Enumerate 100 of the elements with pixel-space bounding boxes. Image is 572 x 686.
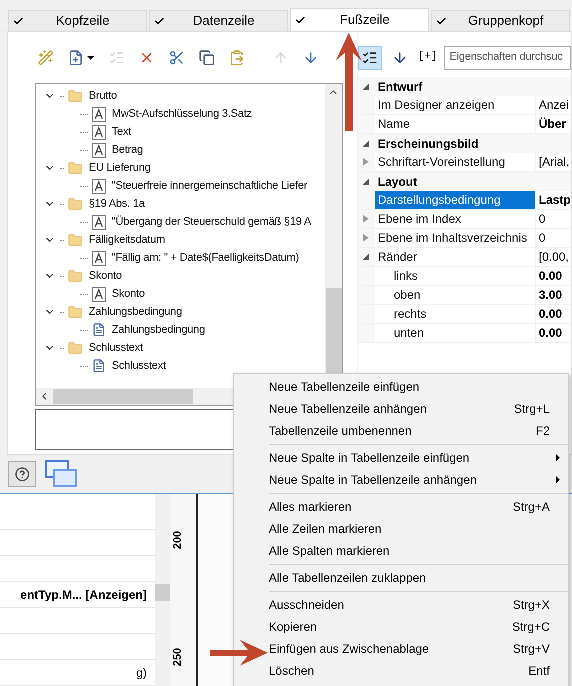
property-value[interactable]: [Arial,: [534, 153, 571, 171]
property-value[interactable]: Über: [534, 115, 571, 133]
menu-item[interactable]: Einfügen aus Zwischenablage Strg+V: [269, 638, 568, 660]
property-value[interactable]: 0.00: [534, 324, 571, 342]
tab[interactable]: Kopfzeile: [8, 10, 147, 31]
menu-item[interactable]: Kopieren Strg+C: [269, 616, 568, 638]
categorized-view-button[interactable]: [358, 46, 382, 70]
property-value[interactable]: Anzei: [534, 96, 571, 114]
document-icon: [92, 359, 106, 373]
property-name[interactable]: Ränder: [374, 248, 535, 266]
copy-icon: [199, 50, 215, 66]
document-icon: [92, 323, 106, 337]
tab[interactable]: Fußzeile: [290, 8, 429, 31]
folder-icon: [68, 268, 83, 284]
tree-item[interactable]: "Steuerfreie innergemeinschaftliche Liefer: [112, 178, 308, 194]
folder-icon: [68, 232, 83, 248]
tree-item[interactable]: EU Lieferung: [89, 160, 151, 176]
tree-item[interactable]: MwSt-Aufschlüsselung 3.Satz: [112, 106, 252, 122]
tree-item[interactable]: §19 Abs. 1a: [89, 196, 145, 212]
tree-item[interactable]: Zahlungsbedingung: [89, 304, 182, 320]
tree-item[interactable]: "Übergang der Steuerschuld gemäß §19 A: [112, 214, 312, 230]
property-name[interactable]: Name: [374, 115, 535, 133]
text-field-icon: [92, 250, 106, 266]
text-field-icon: [92, 286, 106, 302]
menu-item[interactable]: Neue Spalte in Tabellenzeile anhängen: [269, 469, 568, 491]
property-value[interactable]: 0.00: [534, 267, 571, 285]
category-header[interactable]: Erscheinungsbild: [374, 134, 479, 152]
scissors-icon: [169, 50, 185, 66]
tree-item[interactable]: Skonto: [112, 286, 146, 302]
tree-item[interactable]: Zahlungsbedingung: [112, 322, 206, 338]
menu-item[interactable]: Alle Zeilen markieren: [269, 518, 568, 540]
tree-item[interactable]: Schlusstext: [89, 340, 144, 356]
property-value[interactable]: 3.00: [534, 286, 571, 304]
text-field-icon: [92, 124, 106, 140]
new-file-icon: [68, 50, 84, 66]
property-name[interactable]: Schriftart-Voreinstellung: [374, 153, 535, 171]
folder-icon: [68, 160, 83, 176]
property-name[interactable]: rechts: [374, 305, 535, 323]
tree-item[interactable]: Schlusstext: [112, 358, 166, 374]
wand-icon: [38, 50, 54, 66]
list-icon: [109, 50, 125, 66]
tree-item[interactable]: Fälligkeitsdatum: [89, 232, 166, 248]
collapse-triangle-icon[interactable]: [363, 178, 370, 184]
property-value[interactable]: Lastp: [534, 191, 571, 209]
expand-all-button[interactable]: [+]: [418, 49, 438, 66]
menu-item[interactable]: Neue Spalte in Tabellenzeile einfügen: [269, 447, 568, 469]
text-field-icon: [92, 142, 106, 158]
new-button[interactable]: [68, 50, 95, 66]
cut-button[interactable]: [169, 50, 185, 66]
menu-item[interactable]: Alles markieren Strg+A: [269, 496, 568, 518]
property-name[interactable]: Darstellungsbedingung: [374, 191, 535, 209]
expand-triangle-icon[interactable]: [363, 234, 370, 242]
property-name[interactable]: Ebene im Index: [374, 210, 535, 228]
help-button[interactable]: [8, 461, 36, 487]
windows-button[interactable]: [44, 460, 78, 488]
property-value[interactable]: 0.00: [534, 305, 571, 323]
menu-item[interactable]: Neue Tabellenzeile einfügen: [234, 376, 568, 398]
property-value[interactable]: 0: [534, 229, 571, 247]
ruler-label: 200: [170, 531, 185, 550]
tree-item[interactable]: Brutto: [89, 88, 118, 104]
property-name[interactable]: Im Designer anzeigen: [374, 96, 535, 114]
folder-icon: [68, 196, 83, 212]
tree-item[interactable]: Text: [112, 124, 132, 140]
menu-item[interactable]: Löschen Entf: [269, 660, 568, 682]
copy-button[interactable]: [199, 50, 215, 66]
folder-icon: [68, 340, 83, 356]
list-icon: [362, 50, 378, 66]
dropdown-caret-icon[interactable]: [87, 56, 95, 60]
property-name[interactable]: oben: [374, 286, 535, 304]
tree-item[interactable]: "Fällig am: " + Date$(FaelligkeitsDatum): [112, 250, 300, 266]
expand-triangle-icon[interactable]: [363, 158, 370, 166]
windows-icon: [44, 460, 78, 488]
property-name[interactable]: links: [374, 267, 535, 285]
help-icon: [14, 466, 30, 482]
text-field-icon: [92, 178, 106, 194]
tree-item[interactable]: Skonto: [89, 268, 122, 284]
property-value[interactable]: [0.00,: [534, 248, 571, 266]
down-button[interactable]: [303, 50, 319, 66]
menu-item[interactable]: Alle Tabellenzeilen zuklappen: [269, 567, 568, 589]
search-field[interactable]: Eigenschaften durchsuc: [444, 46, 571, 70]
expand-triangle-icon[interactable]: [363, 215, 370, 223]
collapse-triangle-icon[interactable]: [363, 84, 370, 90]
vertical-scrollbar[interactable]: [155, 494, 170, 686]
menu-item[interactable]: Alle Spalten markieren: [269, 540, 568, 562]
menu-item[interactable]: Ausschneiden Strg+X: [269, 594, 568, 616]
property-name[interactable]: unten: [374, 324, 535, 342]
menu-item[interactable]: Neue Tabellenzeile anhängen Strg+L: [234, 398, 568, 420]
property-value[interactable]: 0: [534, 210, 571, 228]
ruler-label: 250: [170, 648, 185, 666]
collapse-triangle-icon[interactable]: [363, 254, 370, 260]
collapse-triangle-icon[interactable]: [363, 140, 370, 146]
category-header[interactable]: Layout: [374, 172, 418, 190]
tab[interactable]: Datenzeile: [149, 10, 288, 31]
text-field-icon: [92, 214, 106, 230]
category-header[interactable]: Entwurf: [374, 78, 423, 96]
tab[interactable]: Gruppenkopf: [431, 10, 570, 31]
property-name[interactable]: Ebene im Inhaltsverzeichnis: [374, 229, 535, 247]
tree-item[interactable]: Betrag: [112, 142, 144, 158]
clipboard-icon: [229, 50, 245, 66]
menu-item[interactable]: Tabellenzeile umbenennen F2: [234, 420, 568, 442]
